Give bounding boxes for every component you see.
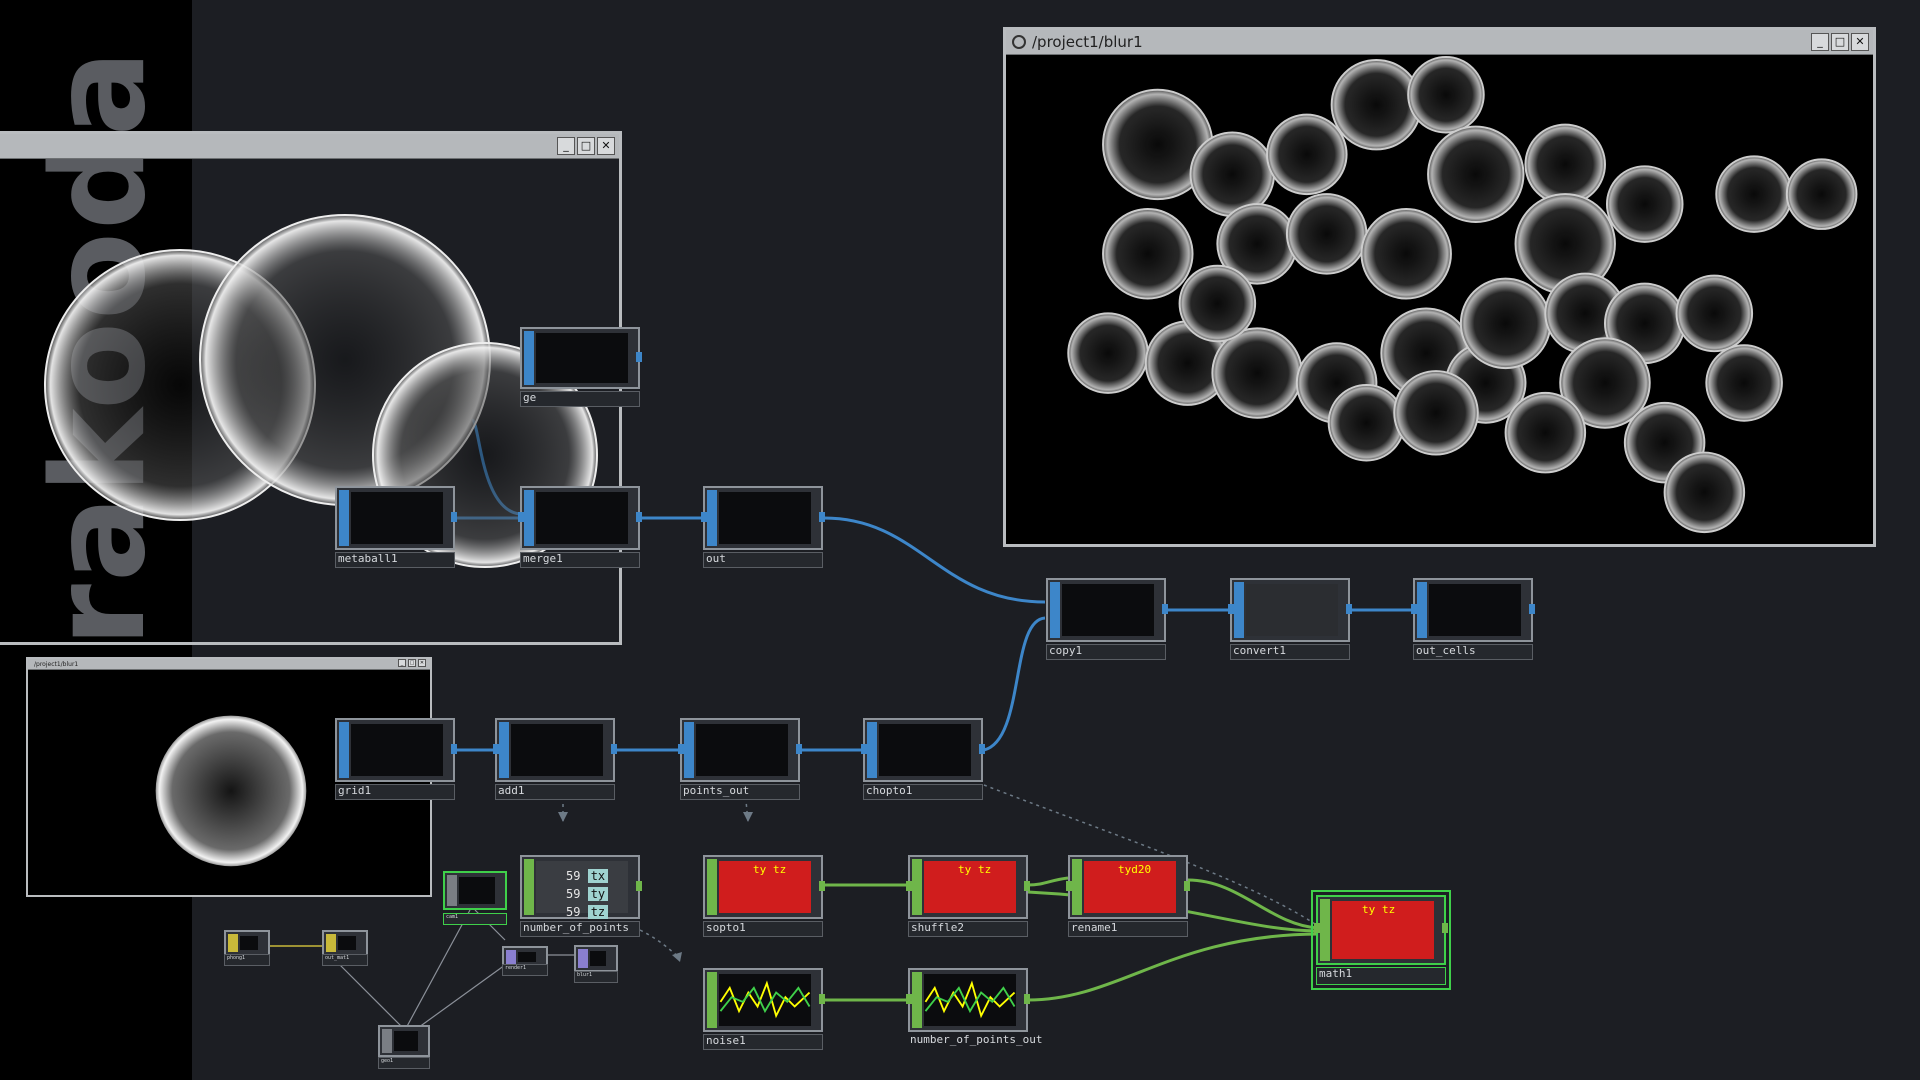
dotted-nop-noise bbox=[639, 929, 681, 959]
out-cells-node[interactable]: out_cells bbox=[1411, 578, 1535, 660]
math1-node[interactable]: ty tz math1 bbox=[1314, 895, 1448, 985]
out-node[interactable]: out bbox=[701, 486, 825, 568]
maximize-button[interactable]: □ bbox=[408, 659, 416, 667]
channel-row-ty: 59 ty bbox=[566, 887, 609, 901]
wire-rename-math bbox=[1187, 878, 1319, 930]
minimize-button[interactable]: _ bbox=[398, 659, 406, 667]
convert1-node[interactable]: convert1 bbox=[1228, 578, 1352, 660]
gear-icon[interactable] bbox=[1012, 35, 1026, 49]
main-viewer-title: /project1/blur1 bbox=[1032, 33, 1143, 51]
geo1-node[interactable]: geo1 bbox=[378, 1025, 430, 1069]
chopto1-node[interactable]: chopto1 bbox=[861, 718, 985, 800]
left-viewer-titlebar[interactable]: _ □ ✕ bbox=[0, 134, 619, 159]
merge1-node[interactable]: merge1 bbox=[518, 486, 642, 568]
points-out-node[interactable]: points_out bbox=[678, 718, 802, 800]
minimize-button[interactable]: _ bbox=[1811, 33, 1829, 51]
arrow-add bbox=[558, 812, 568, 822]
channel-row-tz: 59 tz bbox=[566, 905, 609, 919]
number-of-points-out-node[interactable]: number_of_points_out bbox=[906, 968, 1042, 1050]
main-viewer-titlebar[interactable]: /project1/blur1 _ □ ✕ bbox=[1006, 30, 1873, 55]
minimize-button[interactable]: _ bbox=[557, 137, 575, 155]
wire-chopto-copy1 bbox=[983, 616, 1046, 752]
maximize-button[interactable]: □ bbox=[1831, 33, 1849, 51]
channel-label: ty bbox=[753, 863, 767, 876]
close-button[interactable]: ✕ bbox=[597, 137, 615, 155]
cam1-node[interactable]: cam1 bbox=[443, 871, 507, 925]
rename1-node[interactable]: tyd20 rename1 bbox=[1066, 855, 1190, 937]
shuffle2-node[interactable]: ty tz shuffle2 bbox=[906, 855, 1030, 937]
blur1-node[interactable]: blur1 bbox=[574, 945, 618, 983]
small-viewer-title: /project1/blur1 bbox=[34, 660, 79, 668]
wire-shuffle-rename bbox=[1027, 876, 1069, 887]
arrow-noise bbox=[672, 952, 682, 962]
copy1-node[interactable]: copy1 bbox=[1046, 578, 1168, 660]
number-of-points-node[interactable]: 59 tx 59 ty 59 tz number_of_points bbox=[520, 855, 642, 937]
small-viewer-titlebar[interactable]: /project1/blur1 _ □ ✕ bbox=[28, 659, 430, 670]
out-mat1-node[interactable]: out_mat1 bbox=[322, 930, 368, 966]
sopto1-node[interactable]: ty tz sopto1 bbox=[703, 855, 825, 937]
arrow-points bbox=[743, 812, 753, 822]
add1-node[interactable]: add1 bbox=[493, 718, 617, 800]
phong1-node[interactable]: phong1 bbox=[224, 930, 270, 966]
main-viewer-window[interactable]: /project1/blur1 _ □ ✕ bbox=[1003, 27, 1876, 547]
channel-row-tx: 59 tx bbox=[566, 869, 609, 883]
wire-geo-outmat bbox=[329, 954, 406, 1031]
metaball-render bbox=[1067, 55, 1858, 534]
maximize-button[interactable]: □ bbox=[577, 137, 595, 155]
channel-label: tz bbox=[773, 863, 787, 876]
render1-node[interactable]: render1 bbox=[502, 946, 548, 976]
blur-render-view bbox=[1006, 55, 1873, 544]
wire-nopout-math bbox=[1027, 932, 1319, 1002]
wire-geo-cam bbox=[404, 909, 471, 1031]
close-button[interactable]: ✕ bbox=[1851, 33, 1869, 51]
grid1-node[interactable]: grid1 bbox=[335, 718, 457, 800]
metaball1-node[interactable]: metaball1 bbox=[335, 486, 457, 568]
noise-curve bbox=[924, 980, 1016, 1019]
geo-node[interactable]: ge bbox=[520, 327, 642, 407]
close-button[interactable]: ✕ bbox=[418, 659, 426, 667]
axis-preview bbox=[536, 333, 628, 384]
noise1-node[interactable]: noise1 bbox=[703, 968, 825, 1050]
noise-curve bbox=[719, 980, 811, 1019]
wire-geo-render bbox=[414, 964, 506, 1031]
